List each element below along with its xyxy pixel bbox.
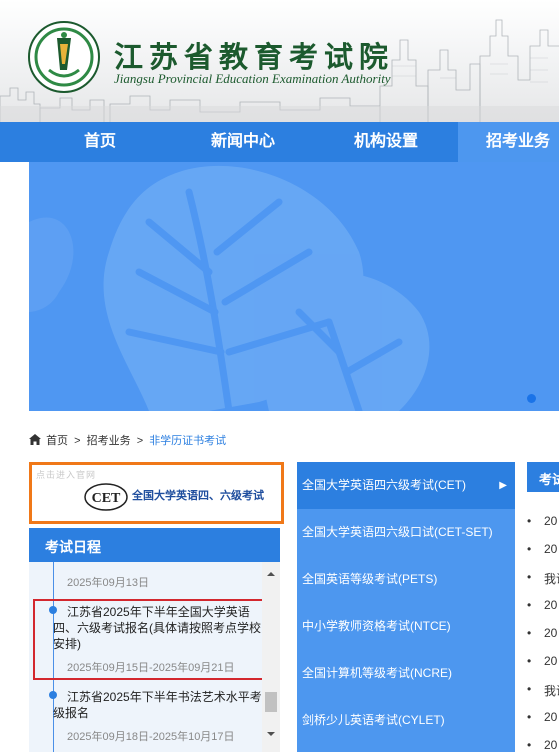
- carousel-dot-active[interactable]: [527, 394, 536, 403]
- breadcrumb-separator: >: [74, 435, 81, 447]
- schedule-header: 考试日程: [29, 528, 280, 562]
- authority-logo: [28, 21, 100, 93]
- schedule-item-title[interactable]: 江苏省2025年下半年书法艺术水平考级报名: [53, 689, 263, 721]
- schedule-list: 2025年09月13日 江苏省2025年下半年全国大学英语四、六级考试报名(具体…: [29, 562, 280, 752]
- nav-item-admissions[interactable]: 招考业务: [458, 122, 559, 162]
- scroll-up-arrow-icon[interactable]: [262, 568, 280, 580]
- exam-item-ntce[interactable]: 中小学教师资格考试(NTCE): [297, 603, 515, 650]
- breadcrumb-separator: >: [136, 435, 144, 447]
- cet-official-site-link[interactable]: 点击进入官网 CET 全国大学英语四、六级考试: [29, 462, 284, 524]
- leaf-decoration: [29, 165, 430, 411]
- exam-item-cet[interactable]: 全国大学英语四六级考试(CET) ▶: [297, 462, 515, 509]
- schedule-item-date: 2025年09月13日: [67, 577, 149, 589]
- exam-item-ncre[interactable]: 全国计算机等级考试(NCRE): [297, 650, 515, 697]
- banner-carousel[interactable]: [29, 162, 559, 411]
- schedule-item-title[interactable]: 江苏省2025年下半年全国大学英语四、六级考试报名(具体请按照考点学校安排): [53, 604, 263, 652]
- breadcrumb-section[interactable]: 招考业务: [87, 435, 131, 447]
- nav-item-organization[interactable]: 机构设置: [326, 122, 446, 162]
- breadcrumb-home[interactable]: 首页: [46, 435, 68, 447]
- cet-logo: CET: [84, 483, 128, 511]
- exam-item-cylet[interactable]: 剑桥少儿英语考试(CYLET): [297, 697, 515, 744]
- right-panel-title: 考试: [539, 472, 559, 487]
- breadcrumb: 首页 > 招考业务 > 非学历证书考试: [29, 432, 229, 448]
- scroll-down-arrow-icon[interactable]: [262, 728, 280, 740]
- home-icon: [29, 434, 41, 445]
- exam-item-label: 全国大学英语四六级考试(CET): [302, 478, 466, 492]
- schedule-item-date: 2025年09月18日-2025年10月17日: [67, 731, 235, 743]
- nav-item-news[interactable]: 新闻中心: [183, 122, 303, 162]
- arrow-right-icon: ▶: [499, 480, 507, 491]
- scroll-thumb[interactable]: [265, 692, 277, 712]
- schedule-scrollbar[interactable]: [262, 562, 280, 752]
- main-nav: 首页 新闻中心 机构设置 招考业务: [0, 122, 559, 162]
- nav-item-home[interactable]: 首页: [40, 122, 160, 162]
- cet-ad-text: 全国大学英语四、六级考试: [132, 490, 264, 502]
- exam-item-cet-set[interactable]: 全国大学英语四六级口试(CET-SET): [297, 509, 515, 556]
- right-panel-list: 20 20 我说 20 20 20 我说 20 20: [527, 514, 559, 752]
- site-title: 江苏省教育考试院: [114, 40, 395, 74]
- site-header: 江苏省教育考试院 Jiangsu Provincial Education Ex…: [0, 0, 559, 122]
- cet-logo-text: CET: [92, 491, 121, 506]
- right-panel-header: 考试: [527, 462, 559, 492]
- schedule-title: 考试日程: [45, 539, 101, 555]
- site-subtitle: Jiangsu Provincial Education Examination…: [114, 71, 391, 86]
- cet-ad-hint: 点击进入官网: [36, 470, 97, 480]
- exam-item-pets[interactable]: 全国英语等级考试(PETS): [297, 556, 515, 603]
- breadcrumb-current: 非学历证书考试: [149, 435, 227, 447]
- exam-category-menu: 全国大学英语四六级考试(CET) ▶ 全国大学英语四六级口试(CET-SET) …: [297, 462, 515, 752]
- schedule-item-date: 2025年09月15日-2025年09月21日: [67, 662, 235, 674]
